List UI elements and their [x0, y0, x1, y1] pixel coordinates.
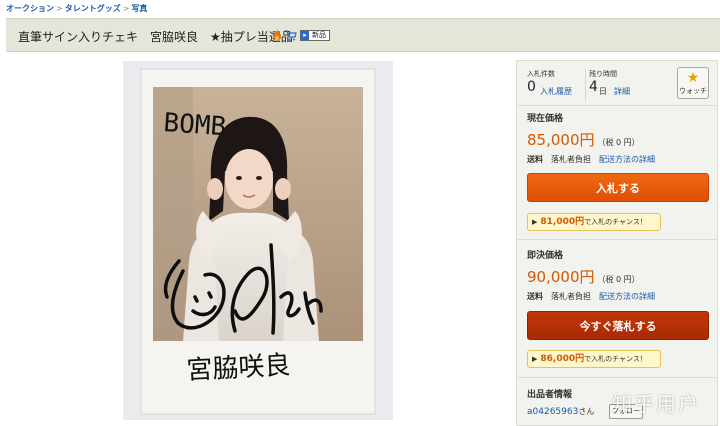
buy-now-button[interactable]: 今すぐ落札する	[527, 311, 709, 340]
buynow-shipping-row: 送料 落札者負担 配送方法の詳細	[527, 291, 655, 302]
watch-label: ウォッチ	[679, 87, 707, 95]
triangle-right-icon: ▶	[532, 355, 538, 363]
current-price-value: 85,000円	[527, 131, 595, 149]
seller-info-title: 出品者情報	[527, 390, 573, 400]
new-item-badge-label: 新品	[312, 30, 326, 39]
buynow-chance-banner[interactable]: ▶ 86,000円で入札のチャンス！	[527, 350, 661, 368]
bid-history-link[interactable]: 入札履歴	[540, 86, 572, 97]
breadcrumb-auction[interactable]: オークション	[6, 4, 54, 13]
buynow-price-tax: （税 0 円）	[597, 275, 640, 284]
shipping-details-link[interactable]: 配送方法の詳細	[599, 155, 655, 164]
current-price-title: 現在価格	[527, 114, 564, 124]
signature-name: 宮脇咲良	[186, 351, 291, 386]
breadcrumb-talent-goods[interactable]: タレントグッズ	[65, 4, 121, 13]
svg-text:BOMB: BOMB	[163, 108, 228, 142]
time-left-unit: 日	[599, 87, 607, 96]
buynow-price-value: 90,000円	[527, 268, 595, 286]
hot-icon	[273, 29, 281, 41]
title-icons: ▸ 新品	[272, 29, 330, 41]
watermark: 知乎用户	[612, 392, 700, 416]
seller-name: a04265963さん	[527, 406, 594, 417]
watch-button[interactable]: ★ ウォッチ	[677, 67, 709, 99]
shipping-value: 落札者負担	[551, 155, 591, 164]
arrow-right-icon: ▸	[301, 30, 309, 40]
triangle-right-icon: ▶	[532, 218, 538, 226]
bid-count-label: 入札件数	[527, 70, 555, 78]
shipping-label: 送料	[527, 155, 543, 164]
buynow-price: 90,000円 （税 0 円）	[527, 266, 640, 287]
cart-icon	[285, 29, 297, 40]
section-divider	[517, 377, 717, 378]
shipping-details-link[interactable]: 配送方法の詳細	[599, 292, 655, 301]
section-divider	[517, 105, 717, 106]
product-photo[interactable]: BOMB 宮脇咲良	[123, 61, 393, 420]
time-left-value: 4	[589, 79, 598, 95]
seller-name-link[interactable]: a04265963	[527, 407, 578, 417]
buynow-chance-text: で入札のチャンス！	[584, 355, 647, 363]
buynow-price-title: 即決価格	[527, 251, 564, 261]
seller-name-suffix: さん	[578, 407, 595, 416]
bid-panel: 入札件数 0 入札履歴 残り時間 4 日 詳細 ★ ウォッチ 現在価格 85,0…	[516, 60, 718, 426]
buynow-chance-amount: 86,000円	[540, 354, 585, 364]
breadcrumb-separator: >	[56, 4, 63, 13]
breadcrumb: オークション > タレントグッズ > 写真	[6, 3, 147, 14]
signature-bomb: BOMB	[163, 108, 228, 142]
bid-chance-text: で入札のチャンス！	[584, 218, 647, 226]
current-shipping-row: 送料 落札者負担 配送方法の詳細	[527, 154, 655, 165]
cheki-photo-image: BOMB 宮脇咲良	[140, 68, 376, 415]
stats-divider	[585, 69, 586, 101]
breadcrumb-photo[interactable]: 写真	[131, 4, 147, 13]
bid-count-value: 0	[527, 79, 536, 95]
time-details-link[interactable]: 詳細	[614, 86, 630, 97]
item-title-bar: 直筆サイン入りチェキ 宮脇咲良 ★抽プレ当選品 ▸ 新品	[6, 18, 720, 52]
section-divider	[517, 239, 717, 240]
current-price-tax: （税 0 円）	[597, 138, 640, 147]
bid-button[interactable]: 入札する	[527, 173, 709, 202]
shipping-label: 送料	[527, 292, 543, 301]
new-item-badge: ▸ 新品	[300, 29, 330, 41]
item-title: 直筆サイン入りチェキ 宮脇咲良 ★抽プレ当選品	[18, 30, 293, 44]
current-price: 85,000円 （税 0 円）	[527, 129, 640, 150]
star-icon: ★	[686, 70, 700, 86]
bid-chance-amount: 81,000円	[540, 217, 585, 227]
bid-chance-banner[interactable]: ▶ 81,000円で入札のチャンス！	[527, 213, 661, 231]
time-left-label: 残り時間	[589, 70, 617, 78]
breadcrumb-separator: >	[122, 4, 130, 13]
shipping-value: 落札者負担	[551, 292, 591, 301]
